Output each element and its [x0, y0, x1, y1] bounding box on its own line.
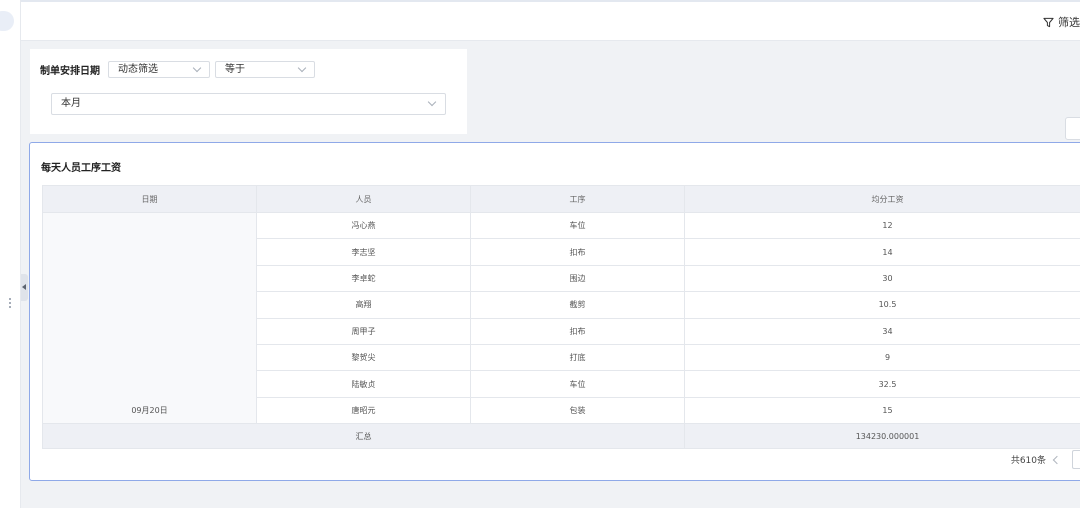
summary-value: 134230.000001: [684, 423, 1080, 450]
process-cell: 截剪: [470, 291, 685, 319]
process-cell: 围边: [470, 264, 685, 293]
page-input[interactable]: [1072, 450, 1080, 469]
total-count: 共610条: [1010, 456, 1046, 466]
funnel-icon: [1043, 17, 1054, 27]
app-root: 筛选 制单安排日期 动态筛选 等于 本月 每天人员工序工资 日期 人员 工序 均…: [0, 0, 1080, 508]
column-header-wage[interactable]: 均分工资: [684, 185, 1080, 213]
table-title: 每天人员工序工资: [41, 163, 121, 174]
person-cell: 李志坚: [256, 238, 471, 266]
person-cell: 冯心燕: [256, 211, 471, 240]
filter-panel: 制单安排日期 动态筛选 等于 本月: [30, 49, 467, 134]
process-cell: 车位: [470, 370, 685, 398]
filter-mode-value: 动态筛选: [118, 64, 158, 75]
wage-cell: 15: [684, 396, 1080, 425]
person-cell: 黎贺尖: [256, 343, 471, 372]
person-cell: 李卓蛇: [256, 264, 471, 293]
person-cell: 唐昭元: [256, 396, 471, 425]
wage-cell: 12: [684, 211, 1080, 240]
wage-cell: 32.5: [684, 370, 1080, 398]
wage-cell: 14: [684, 238, 1080, 266]
wage-cell: 10.5: [684, 291, 1080, 319]
pagination: 共610条: [1011, 450, 1080, 469]
filter-value-text: 本月: [61, 98, 81, 109]
person-cell: 陆敏贞: [256, 370, 471, 398]
process-cell: 包装: [470, 396, 685, 425]
wage-cell: 30: [684, 264, 1080, 293]
person-cell: 高翔: [256, 291, 471, 319]
chevron-down-icon: [427, 97, 437, 107]
top-bar: 筛选: [21, 0, 1080, 41]
summary-label: 汇总: [42, 423, 685, 450]
wage-cell: 34: [684, 317, 1080, 345]
person-cell: 周甲子: [256, 317, 471, 345]
filter-operator-value: 等于: [225, 64, 245, 75]
filter-mode-select[interactable]: 动态筛选: [108, 61, 210, 78]
filter-operator-select[interactable]: 等于: [215, 61, 315, 78]
wage-table: 日期 人员 工序 均分工资 09月20日 冯心燕 车位 12 李志坚 扣布 14: [42, 185, 1080, 450]
filter-field-label: 制单安排日期: [40, 66, 100, 77]
collapse-panel-handle[interactable]: [21, 274, 28, 301]
filter-button[interactable]: 筛选: [1043, 14, 1080, 30]
process-cell: 打底: [470, 343, 685, 372]
chevron-down-icon: [297, 63, 307, 73]
chevron-down-icon: [192, 63, 202, 73]
process-cell: 车位: [470, 211, 685, 240]
more-vertical-icon[interactable]: [8, 296, 12, 310]
process-cell: 扣布: [470, 317, 685, 345]
table-row: 09月20日 冯心燕 车位 12: [42, 211, 1080, 425]
filter-button-label: 筛选: [1058, 16, 1080, 29]
table-header-row: 日期 人员 工序 均分工资: [42, 185, 1080, 213]
column-header-process[interactable]: 工序: [470, 185, 685, 213]
chevron-left-icon[interactable]: [1052, 455, 1062, 464]
filter-value-select[interactable]: 本月: [51, 93, 446, 115]
side-toggle-box[interactable]: [1065, 117, 1080, 140]
rail-tab[interactable]: [0, 11, 14, 31]
wage-cell: 9: [684, 343, 1080, 372]
column-header-date[interactable]: 日期: [42, 185, 257, 213]
left-rail: [0, 0, 21, 508]
summary-row: 汇总 134230.000001: [42, 423, 1080, 450]
date-cell: 09月20日: [42, 211, 257, 425]
table-card: 每天人员工序工资 日期 人员 工序 均分工资 09月20日 冯心燕 车位 12: [29, 142, 1080, 481]
process-cell: 扣布: [470, 238, 685, 266]
column-header-person[interactable]: 人员: [256, 185, 471, 213]
